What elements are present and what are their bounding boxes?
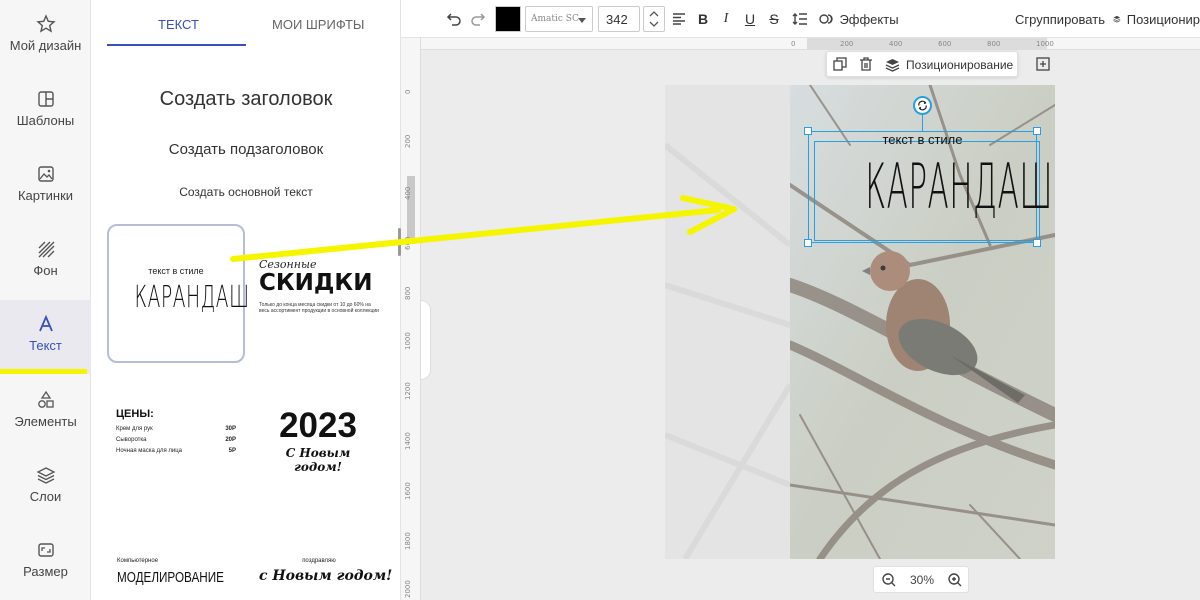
annotation-arrow <box>230 195 737 262</box>
editor-app: Мой дизайн Шаблоны Картинки Фон Текст Эл… <box>0 0 1200 600</box>
